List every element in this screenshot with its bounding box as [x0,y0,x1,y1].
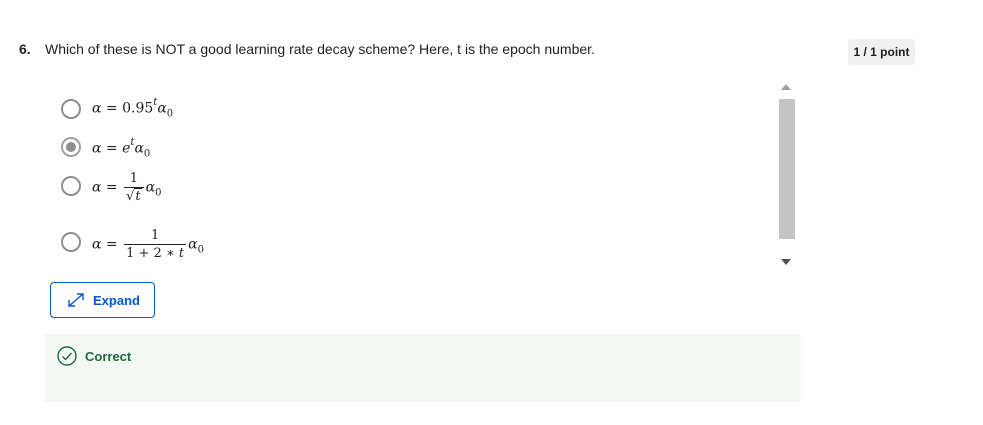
scroll-down-arrow-icon[interactable] [781,259,791,265]
fraction: 1 1 + 2 ∗ t [124,228,187,261]
option-4-formula: α = 1 1 + 2 ∗ t α0 [92,228,204,261]
option-1-formula: α = 0.95tα0 [92,97,174,120]
option-2-formula: α = etα0 [92,137,151,160]
radio-option-4[interactable] [61,232,81,252]
question-number: 6. [19,41,31,57]
expand-arrows-icon [65,290,87,310]
fraction: 1 √t [124,170,144,205]
feedback-label: Correct [85,349,132,364]
feedback-panel: Correct [45,334,801,402]
option-3-formula: α = 1 √t α0 [92,170,162,205]
points-badge: 1 / 1 point [848,39,915,65]
radio-option-1[interactable] [61,99,81,119]
radio-option-3[interactable] [61,176,81,196]
expand-button[interactable]: Expand [50,282,155,318]
expand-label: Expand [93,292,140,308]
check-circle-icon [57,346,77,366]
scroll-up-arrow-icon[interactable] [781,84,791,90]
radio-option-2[interactable] [61,137,81,157]
question-text: Which of these is NOT a good learning ra… [45,41,595,57]
scrollbar-thumb[interactable] [779,99,795,239]
